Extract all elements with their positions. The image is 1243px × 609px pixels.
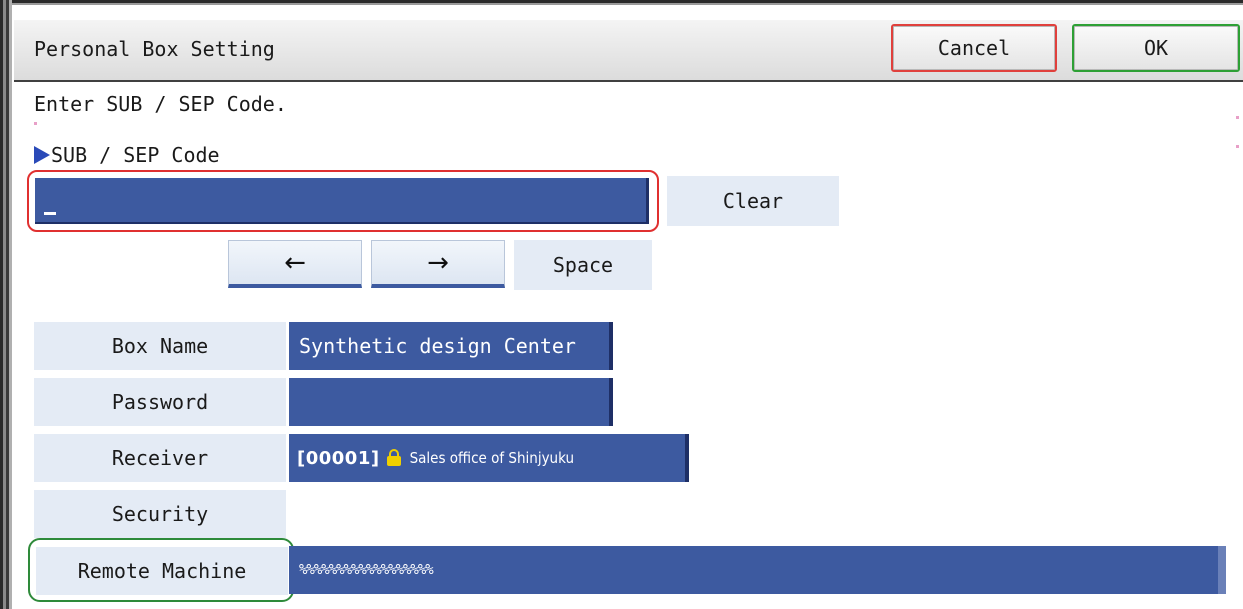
arrow-right-icon: → <box>427 247 449 278</box>
password-value <box>289 378 613 426</box>
box-name-button[interactable]: Box Name <box>34 322 286 370</box>
cursor-right-button[interactable]: → <box>371 240 505 288</box>
personal-box-setting-screen: Personal Box Setting Cancel OK Enter SUB… <box>0 0 1243 609</box>
receiver-value: [00001] Sales office of Shinjyuku <box>289 434 689 482</box>
title-bar: Personal Box Setting Cancel OK <box>14 20 1243 82</box>
code-field-label-text: SUB / SEP Code <box>51 143 220 167</box>
lock-icon <box>386 449 402 467</box>
receiver-button[interactable]: Receiver <box>34 434 286 482</box>
code-field-label: SUB / SEP Code <box>34 143 220 167</box>
arrow-left-icon: ← <box>284 247 306 278</box>
instruction-text: Enter SUB / SEP Code. <box>34 92 287 116</box>
clear-button[interactable]: Clear <box>667 176 839 226</box>
cursor-left-button[interactable]: ← <box>228 240 362 288</box>
marker-dot <box>34 122 37 125</box>
sub-sep-code-input[interactable] <box>35 178 649 224</box>
code-input-focus-ring <box>27 170 659 232</box>
frame-left-border <box>0 0 12 609</box>
remote-machine-value: %%%%%%%%%%%%%%%%%% <box>289 546 1226 594</box>
ok-button[interactable]: OK <box>1072 24 1240 72</box>
password-button[interactable]: Password <box>34 378 286 426</box>
page-title: Personal Box Setting <box>34 37 275 61</box>
remote-machine-focus-ring: Remote Machine <box>28 538 294 602</box>
space-button[interactable]: Space <box>514 240 652 290</box>
frame-top-border <box>0 0 1243 8</box>
marker-dot <box>1236 145 1239 148</box>
pointer-triangle-icon <box>34 146 50 164</box>
receiver-code: [00001] <box>297 447 380 469</box>
remote-machine-button[interactable]: Remote Machine <box>36 547 288 595</box>
box-name-value: Synthetic design Center <box>289 322 613 370</box>
marker-dot <box>1236 116 1239 119</box>
receiver-name: Sales office of Shinjyuku <box>409 449 575 467</box>
security-button[interactable]: Security <box>34 490 286 538</box>
cancel-button[interactable]: Cancel <box>891 24 1057 72</box>
text-cursor <box>44 212 56 215</box>
